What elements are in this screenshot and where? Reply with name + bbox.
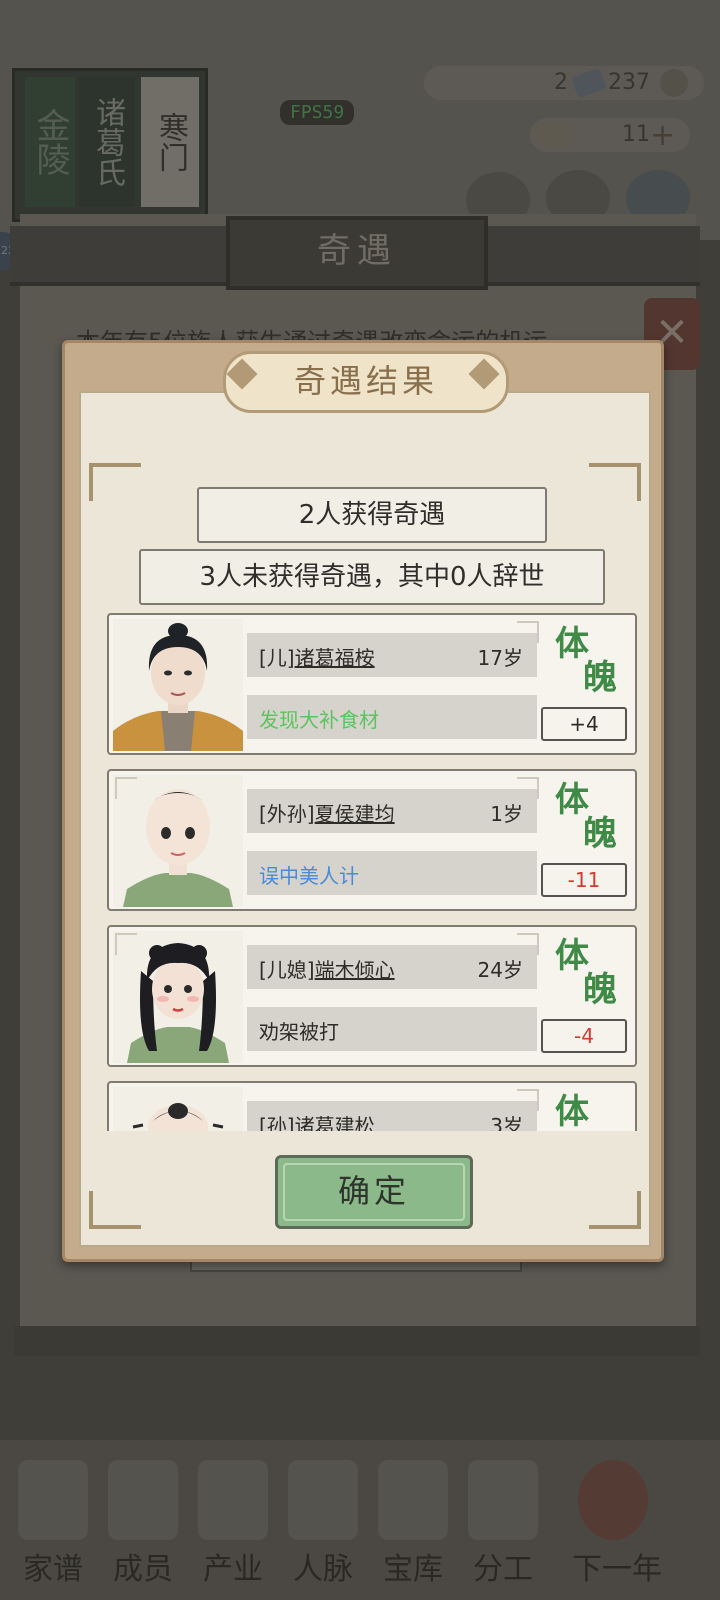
fret-corner xyxy=(589,1191,641,1229)
member-relation: [孙] xyxy=(259,1114,295,1131)
fps-counter: FPS59 xyxy=(280,100,355,125)
member-age: 17岁 xyxy=(477,646,523,670)
stat-label-char2: 魄 xyxy=(583,658,617,698)
member-name-link[interactable]: 端木倾心 xyxy=(315,958,395,982)
nav-members[interactable]: 成员 xyxy=(98,1544,188,1588)
event-text: 劝架被打 xyxy=(259,1020,339,1044)
portrait-son xyxy=(113,619,243,751)
result-card: [外孙]夏侯建均 1岁 误中美人计 体 魄 -11 xyxy=(107,769,637,911)
stat-label: 体 魄 xyxy=(549,780,631,854)
card-ornament xyxy=(517,933,539,955)
nav-treasury[interactable]: 宝库 xyxy=(368,1544,458,1588)
nav-next-year[interactable]: 下一年 xyxy=(562,1544,672,1588)
card-ornament xyxy=(517,777,539,799)
nav-genealogy[interactable]: 家谱 xyxy=(8,1544,98,1588)
resource-count-left: 2 xyxy=(554,70,568,95)
summary-not-gained: 3人未获得奇遇，其中0人辞世 xyxy=(139,549,605,605)
stat-label: 体 xyxy=(549,1092,631,1131)
member-relation: [外孙] xyxy=(259,802,315,826)
result-card: [儿]诸葛福桉 17岁 发现大补食材 体 魄 +4 xyxy=(107,613,637,755)
member-age: 3岁 xyxy=(490,1114,523,1131)
gold-count: 11 xyxy=(622,122,650,147)
member-name-link[interactable]: 夏侯建均 xyxy=(315,802,395,826)
stat-label-char1: 体 xyxy=(555,1092,589,1131)
silver-ingot-icon xyxy=(571,67,607,99)
member-age: 24岁 xyxy=(477,958,523,982)
card-ornament xyxy=(115,933,137,955)
fret-corner xyxy=(89,463,141,501)
gold-ingot-icon xyxy=(534,122,574,148)
book-spine-clan: 诸葛氏 xyxy=(79,77,135,207)
event-text: 发现大补食材 xyxy=(259,708,379,732)
panel-title: 奇遇 xyxy=(226,216,488,290)
fret-corner xyxy=(589,463,641,501)
stat-label-char1: 体 xyxy=(555,624,589,664)
confirm-label: 确定 xyxy=(337,1172,410,1210)
member-name-row: [孙]诸葛建松 3岁 xyxy=(247,1101,537,1131)
confirm-button[interactable]: 确定 xyxy=(275,1155,473,1229)
member-name-row: [外孙]夏侯建均 1岁 xyxy=(247,789,537,833)
result-card: [儿媳]端木倾心 24岁 劝架被打 体 魄 -4 xyxy=(107,925,637,1067)
member-name-link[interactable]: 诸葛福桉 xyxy=(295,646,375,670)
encounter-result-dialog: 2人获得奇遇 3人未获得奇遇，其中0人辞世 [儿]诸葛福桉 17岁 发现大补食材… xyxy=(62,340,664,1262)
card-ornament xyxy=(517,621,539,643)
member-relation: [儿] xyxy=(259,646,295,670)
book-spine-region: 金陵 xyxy=(25,77,75,207)
member-age: 1岁 xyxy=(490,802,523,826)
member-relation: [儿媳] xyxy=(259,958,315,982)
panel-base xyxy=(14,1326,700,1356)
card-ornament xyxy=(517,1089,539,1111)
result-card: [孙]诸葛建松 3岁 体 xyxy=(107,1081,637,1131)
dialog-title-text: 奇遇结果 xyxy=(293,362,438,400)
event-row: 劝架被打 xyxy=(247,1007,537,1051)
event-row: 误中美人计 xyxy=(247,851,537,895)
family-book[interactable]: 金陵 诸葛氏 寒门 xyxy=(12,68,208,222)
treasury-icon xyxy=(378,1460,448,1540)
stat-change: -11 xyxy=(541,863,627,897)
nav-assignment[interactable]: 分工 xyxy=(458,1544,548,1588)
stat-label-char2: 魄 xyxy=(583,814,617,854)
members-icon xyxy=(108,1460,178,1540)
book-page-status: 寒门 xyxy=(141,77,199,207)
member-name-row: [儿]诸葛福桉 17岁 xyxy=(247,633,537,677)
stat-label: 体 魄 xyxy=(549,936,631,1010)
portrait-grandson-2 xyxy=(113,1087,243,1131)
dialog-title: 奇遇结果 xyxy=(223,351,509,413)
add-gold-icon[interactable]: + xyxy=(650,118,675,153)
stat-label-char2: 魄 xyxy=(583,970,617,1010)
dialog-body: 2人获得奇遇 3人未获得奇遇，其中0人辞世 [儿]诸葛福桉 17岁 发现大补食材… xyxy=(79,391,651,1247)
card-ornament xyxy=(115,777,137,799)
fret-corner xyxy=(89,1191,141,1229)
stat-label: 体 魄 xyxy=(549,624,631,698)
connections-icon xyxy=(288,1460,358,1540)
genealogy-icon xyxy=(18,1460,88,1540)
resource-bar-gold: 11 + xyxy=(530,118,690,153)
stat-label-char1: 体 xyxy=(555,780,589,820)
coin-icon xyxy=(660,69,688,97)
stat-label-char1: 体 xyxy=(555,936,589,976)
result-list[interactable]: [儿]诸葛福桉 17岁 发现大补食材 体 魄 +4 [外孙]夏侯建均 1岁 误中… xyxy=(107,613,641,1131)
property-icon xyxy=(198,1460,268,1540)
event-row: 发现大补食材 xyxy=(247,695,537,739)
stat-change: -4 xyxy=(541,1019,627,1053)
assignment-icon xyxy=(468,1460,538,1540)
member-name-link[interactable]: 诸葛建松 xyxy=(295,1114,375,1131)
stat-change: +4 xyxy=(541,707,627,741)
resource-bar-currency: 2 237 xyxy=(424,66,704,100)
summary-gained: 2人获得奇遇 xyxy=(197,487,547,543)
bottom-nav: 家谱 成员 产业 人脉 宝库 分工 下一年 xyxy=(0,1440,720,1600)
nav-property[interactable]: 产业 xyxy=(188,1544,278,1588)
lantern-icon xyxy=(578,1460,648,1540)
resource-count-right: 237 xyxy=(608,70,650,95)
nav-connections[interactable]: 人脉 xyxy=(278,1544,368,1588)
member-name-row: [儿媳]端木倾心 24岁 xyxy=(247,945,537,989)
event-text: 误中美人计 xyxy=(259,864,359,888)
